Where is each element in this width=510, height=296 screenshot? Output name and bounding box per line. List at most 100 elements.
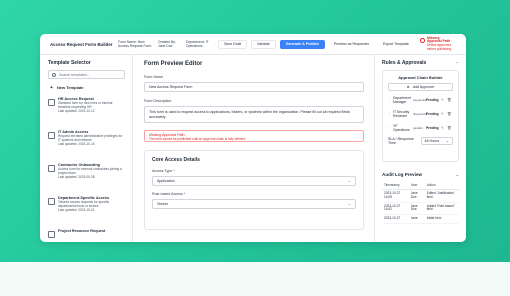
approval-warning-box: Missing Approval Path The form cannot be… (144, 130, 364, 142)
form-preview-editor: Form Preview Editor Form Name New Access… (134, 55, 374, 242)
panel-title: Rules & Approvals (382, 60, 427, 66)
edit-icon[interactable]: ✎ (441, 112, 444, 116)
chevron-down-icon[interactable]: ⌄ (456, 172, 459, 177)
approver-mode: Sequential (413, 112, 428, 116)
export-template-button[interactable]: Export Template (378, 39, 414, 49)
top-toolbar: Access Request Form Builder Form Name: N… (40, 34, 466, 55)
search-placeholder: Search templates... (59, 72, 90, 77)
approver-mode: sequential (413, 98, 427, 102)
table-cell: Jane Doe (408, 189, 425, 203)
audit-table: Timestamp User Action 2023-10-27 14:05 J… (382, 181, 459, 224)
chevron-down-icon: ⌄ (347, 179, 351, 183)
approver-row[interactable]: ⋮ IT Security Reviewer Sequential Pendin… (388, 108, 453, 120)
table-cell: Initial form (424, 214, 459, 224)
role-access-label: Role-based Access * (152, 192, 186, 196)
drag-handle-icon[interactable]: ⋮ (388, 112, 391, 116)
access-type-select[interactable]: Application ⌄ (152, 176, 356, 186)
sla-label: SLA / Response Time (388, 137, 414, 145)
template-item[interactable]: Project Resource Request (48, 229, 124, 242)
form-name-label: Form Name (144, 75, 163, 79)
table-cell: 2023-10-27 (382, 214, 409, 224)
template-updated: Last updated: 2023-10-15 (58, 142, 95, 147)
table-cell: 2023-10-27 14:02 (382, 202, 409, 216)
drag-handle-icon[interactable]: ⋮ (388, 98, 391, 102)
table-cell: Jane Doe (408, 202, 425, 216)
approver-row[interactable]: ⋮ Department Manager sequential Pending … (388, 94, 453, 106)
document-icon (48, 132, 55, 139)
column-header: User (408, 181, 425, 190)
document-icon (48, 231, 55, 238)
new-template-button[interactable]: + New Template (48, 83, 124, 92)
warning-icon (419, 37, 425, 43)
approver-name: IT Security Reviewer (393, 110, 410, 118)
column-header: Action (424, 181, 459, 190)
table-cell: Added 'Role-based' field (424, 202, 459, 216)
template-updated: Last updated: 2023-09-28 (58, 175, 95, 180)
template-desc: Access form for external contractors joi… (58, 167, 122, 175)
approver-name: Department Manager (393, 96, 411, 104)
chevron-up-icon[interactable]: ⌃ (456, 61, 459, 66)
approver-name: VP Operations (393, 124, 410, 132)
app-title: Access Request Form Builder (50, 41, 113, 47)
chevron-down-icon: ⌄ (445, 139, 449, 143)
add-user-icon: ⊕ (406, 85, 410, 89)
plus-icon: + (50, 84, 53, 91)
generate-publish-button[interactable]: Generate & Publish (279, 39, 325, 49)
table-cell: Jane (408, 214, 425, 224)
new-template-label: New Template (56, 85, 84, 90)
template-desc: Tailored access requests for specific de… (58, 200, 110, 208)
sla-value: 48 Hours (424, 139, 440, 143)
drag-handle-icon[interactable]: ⋮ (388, 126, 391, 130)
table-row: 2023-10-27 14:05 Jane Doe Edited 'Justif… (382, 189, 459, 203)
template-desc: Standard form for new hires or internal … (58, 101, 113, 109)
chain-title: Approval Chain Builder (398, 75, 443, 80)
approver-status: Pending (426, 126, 439, 130)
background-bottom (0, 262, 510, 296)
editor-title: Form Preview Editor (144, 61, 203, 67)
role-access-value: Viewer (157, 202, 168, 206)
template-updated: Last updated: 2023-10-12 (58, 109, 95, 114)
template-name: Project Resource Request (58, 229, 106, 233)
search-input[interactable]: Search templates... (48, 70, 125, 79)
template-item[interactable]: IT Admin Access Request elevated administ… (48, 130, 124, 158)
panel-title: Template Selector (48, 60, 91, 66)
save-draft-button[interactable]: Save Draft (218, 39, 247, 49)
created-by-meta: Created By: Jane Doe (158, 40, 176, 48)
section-title: Core Access Details (152, 157, 200, 163)
edit-icon[interactable]: ✎ (441, 126, 444, 130)
delete-icon[interactable]: 🗑 (447, 126, 452, 130)
preview-requester-button[interactable]: Preview as Requester (328, 39, 375, 49)
table-cell: 2023-10-27 14:05 (382, 189, 409, 203)
approver-status: Pending (426, 98, 439, 102)
add-approver-button[interactable]: ⊕ Add Approver (388, 83, 453, 91)
add-approver-label: Add Approver (412, 85, 435, 89)
column-header: Timestamp (382, 181, 409, 190)
form-name-field[interactable]: New Access Request Form (144, 82, 364, 92)
approver-row[interactable]: ⋮ VP Operations parallel Pending ✎ 🗑 (388, 122, 453, 134)
approver-status: Pending (426, 112, 439, 116)
form-description-field[interactable]: This form is used to request access to a… (144, 106, 364, 123)
template-item[interactable]: Contractor Onboarding Access form for ext… (48, 163, 124, 191)
document-icon (48, 198, 55, 205)
validate-button[interactable]: Validate (250, 39, 276, 49)
template-item[interactable]: Department-Specific Access Tailored acces… (48, 196, 124, 224)
department-meta: Department: IT Operations (186, 40, 209, 48)
template-updated: Last updated: 2023-10-01 (58, 208, 95, 213)
delete-icon[interactable]: 🗑 (447, 112, 452, 116)
search-icon (52, 72, 56, 77)
warning-desc: Define approvers before publishing (426, 43, 452, 51)
rules-approvals-panel: Rules & Approvals ⌃ Approval Chain Build… (374, 55, 466, 242)
role-access-select[interactable]: Viewer ⌄ (152, 199, 356, 209)
sla-select[interactable]: 48 Hours ⌄ (420, 137, 453, 145)
audit-title: Audit Log Preview (382, 172, 423, 177)
delete-icon[interactable]: 🗑 (447, 98, 452, 102)
missing-approval-warning: Missing Approval Path Define approvers be… (419, 36, 453, 51)
core-access-section: Core Access Details Access Type * Applic… (144, 150, 364, 230)
table-row: 2023-10-27 14:02 Jane Doe Added 'Role-ba… (382, 202, 459, 216)
approver-mode: parallel (413, 126, 423, 130)
access-type-label: Access Type * (152, 169, 175, 173)
edit-icon[interactable]: ✎ (441, 98, 444, 102)
table-cell: Edited 'Justification' field (424, 189, 459, 203)
template-item[interactable]: HR Access Request Standard form for new h… (48, 97, 124, 125)
table-row: 2023-10-27 Jane Initial form (382, 214, 459, 224)
